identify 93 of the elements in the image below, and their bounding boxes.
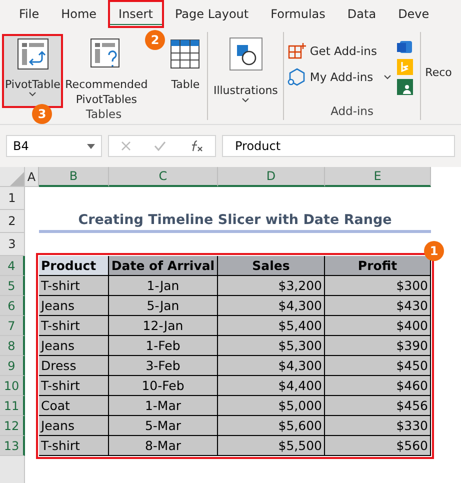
- step-badge: 1: [424, 241, 444, 261]
- ribbon-button[interactable]: Get Add-ins: [286, 41, 392, 61]
- table-cell: $450: [325, 356, 431, 376]
- table-cell: $430: [325, 296, 431, 316]
- column-header[interactable]: A: [25, 167, 39, 187]
- row-header[interactable]: 7: [0, 316, 25, 336]
- ribbon-tab[interactable]: Home: [50, 0, 108, 28]
- table-cell: $400: [325, 316, 431, 336]
- table-cell: Dress: [39, 356, 109, 376]
- table-cell: T-shirt: [39, 316, 109, 336]
- add-ins-icon: [286, 41, 307, 61]
- table-cell: $300: [325, 276, 431, 296]
- table-cell: $4,300: [218, 296, 325, 316]
- table-cell: T-shirt: [39, 376, 109, 396]
- table-cell: Coat: [39, 396, 109, 416]
- table-cell: Jeans: [39, 296, 109, 316]
- header-cell: Date of Arrival: [109, 256, 218, 276]
- column-header[interactable]: D: [218, 167, 325, 187]
- table-cell: $5,400: [218, 316, 325, 336]
- button-label: Get Add-ins: [310, 44, 377, 58]
- table-cell: $5,300: [218, 336, 325, 356]
- table-cell: 1-Mar: [109, 396, 218, 416]
- table-cell: 1-Feb: [109, 336, 218, 356]
- table-cell: 10-Feb: [109, 376, 218, 396]
- table-icon: [168, 37, 202, 71]
- column-header[interactable]: B: [39, 167, 109, 187]
- table-cell: $4,300: [218, 356, 325, 376]
- check-icon[interactable]: [154, 141, 166, 151]
- table-cell: 1-Jan: [109, 276, 218, 296]
- table-cell: Jeans: [39, 336, 109, 356]
- column-header[interactable]: E: [325, 167, 431, 187]
- table-cell: $3,200: [218, 276, 325, 296]
- table-cell: $390: [325, 336, 431, 356]
- app-icon: [397, 79, 414, 95]
- ribbon-button[interactable]: My Add-ins: [286, 67, 392, 87]
- function-icon[interactable]: [189, 140, 204, 152]
- column-header[interactable]: C: [109, 167, 218, 187]
- table-cell: $330: [325, 416, 431, 436]
- table-cell: $460: [325, 376, 431, 396]
- table-cell: T-shirt: [39, 276, 109, 296]
- sheet-title: Creating Timeline Slicer with Date Range: [39, 210, 431, 233]
- row-header[interactable]: 11: [0, 396, 25, 416]
- pivot-table-icon: [16, 37, 50, 71]
- header-cell: Profit: [325, 256, 431, 276]
- table-cell: $4,400: [218, 376, 325, 396]
- table-cell: T-shirt: [39, 436, 109, 456]
- cancel-icon[interactable]: [120, 141, 131, 151]
- header-cell: Sales: [218, 256, 325, 276]
- row-header-strip: [0, 456, 25, 483]
- table-cell: $456: [325, 396, 431, 416]
- table-cell: 5-Jan: [109, 296, 218, 316]
- ribbon-tab[interactable]: Insert: [108, 0, 164, 28]
- row-header[interactable]: 10: [0, 376, 25, 396]
- row-header[interactable]: 8: [0, 336, 25, 356]
- table-cell: $5,000: [218, 396, 325, 416]
- table-cell: $560: [325, 436, 431, 456]
- name-box[interactable]: B4: [6, 135, 102, 157]
- table-cell: Jeans: [39, 416, 109, 436]
- ribbon-button[interactable]: PivotTable: [3, 35, 62, 107]
- table-cell: 12-Jan: [109, 316, 218, 336]
- step-badge: 2: [145, 30, 165, 50]
- table-cell: $5,500: [218, 436, 325, 456]
- ribbon-button[interactable]: Table: [166, 35, 204, 107]
- row-header[interactable]: 6: [0, 296, 25, 316]
- table-cell: 8-Mar: [109, 436, 218, 456]
- ribbon-tab[interactable]: Deve: [387, 0, 440, 28]
- app-icon: [397, 39, 414, 55]
- row-header[interactable]: 2: [0, 210, 25, 233]
- row-header[interactable]: 12: [0, 416, 25, 436]
- row-header[interactable]: 3: [0, 233, 25, 256]
- shapes-icon: [228, 37, 263, 71]
- ribbon-button[interactable]: Illustrations: [211, 35, 280, 104]
- hexagon-icon: [286, 67, 307, 87]
- ribbon-tab[interactable]: Data: [336, 0, 388, 28]
- table-cell: $5,600: [218, 416, 325, 436]
- row-header[interactable]: 1: [0, 187, 25, 210]
- ribbon-button[interactable]: Reco: [421, 28, 452, 124]
- app-icon: [397, 59, 414, 75]
- ribbon-tab[interactable]: File: [8, 0, 50, 28]
- ribbon-tab[interactable]: Page Layout: [164, 0, 260, 28]
- group-label: Add-ins: [330, 104, 374, 120]
- table-cell: 3-Feb: [109, 356, 218, 376]
- row-header[interactable]: 13: [0, 436, 25, 456]
- row-header[interactable]: 5: [0, 276, 25, 296]
- ribbon-tab[interactable]: Formulas: [260, 0, 336, 28]
- row-header[interactable]: 4: [0, 256, 25, 276]
- group-label: Tables: [86, 107, 122, 123]
- formula-field[interactable]: Product: [222, 135, 455, 157]
- button-label: My Add-ins: [310, 70, 374, 84]
- header-cell: Product: [39, 256, 109, 276]
- table-cell: 5-Mar: [109, 416, 218, 436]
- step-badge: 3: [32, 104, 52, 124]
- row-header[interactable]: 9: [0, 356, 25, 376]
